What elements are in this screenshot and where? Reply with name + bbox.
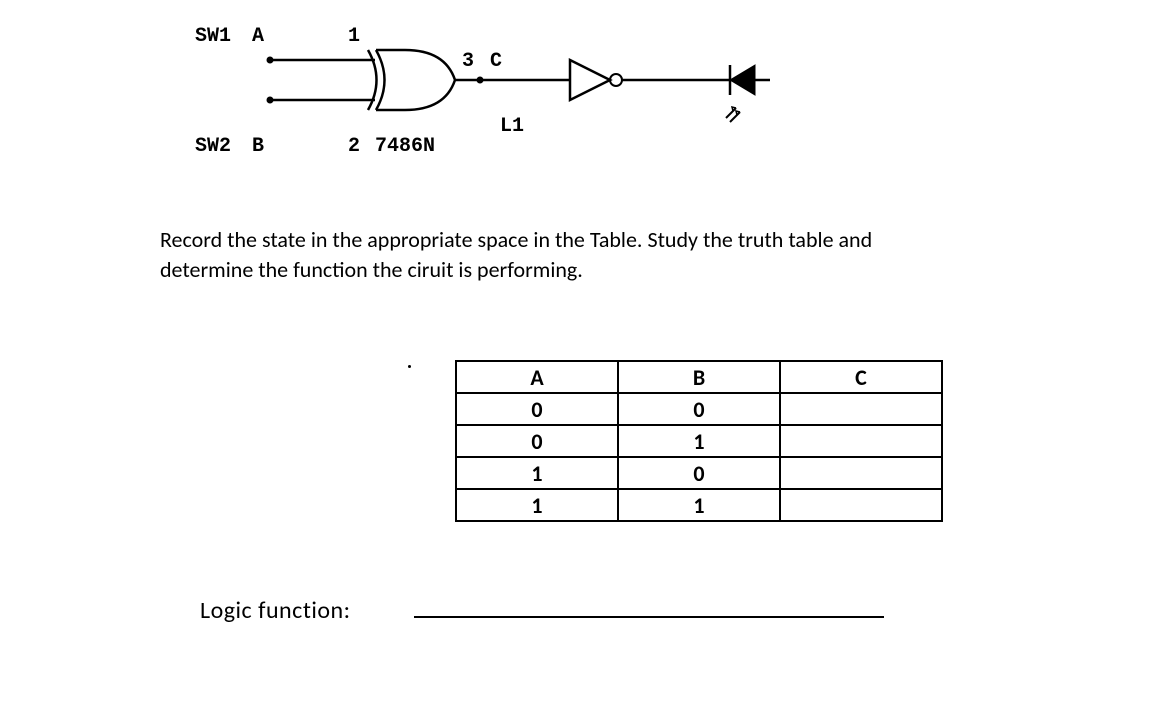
col-header-a: A xyxy=(456,361,618,393)
circuit-svg xyxy=(170,20,810,190)
page: SW1 A 1 SW2 B 2 7486N 3 C L1 Record the … xyxy=(0,0,1166,712)
cell-b: 0 xyxy=(618,393,780,425)
label-l1: L1 xyxy=(500,115,524,138)
cell-b: 1 xyxy=(618,425,780,457)
cell-a: 1 xyxy=(456,489,618,521)
instruction-text: Record the state in the appropriate spac… xyxy=(160,225,940,284)
label-sw2: SW2 xyxy=(195,135,231,158)
cell-a: 0 xyxy=(456,393,618,425)
col-header-c: C xyxy=(780,361,942,393)
cell-c[interactable] xyxy=(780,425,942,457)
truth-table: A B C 0 0 0 1 1 0 1 1 xyxy=(455,360,943,522)
label-pin3: 3 xyxy=(462,50,474,73)
cell-c[interactable] xyxy=(780,393,942,425)
table-header-row: A B C xyxy=(456,361,942,393)
cell-b: 0 xyxy=(618,457,780,489)
label-chip: 7486N xyxy=(375,135,435,158)
label-input-b: B xyxy=(252,135,264,158)
logic-function-blank[interactable] xyxy=(414,602,884,618)
table-row: 1 0 xyxy=(456,457,942,489)
cell-c[interactable] xyxy=(780,489,942,521)
label-input-a: A xyxy=(252,25,264,48)
logic-function-row: Logic function: xyxy=(200,596,960,625)
table-row: 0 0 xyxy=(456,393,942,425)
table-row: 1 1 xyxy=(456,489,942,521)
cell-c[interactable] xyxy=(780,457,942,489)
circuit-diagram: SW1 A 1 SW2 B 2 7486N 3 C L1 xyxy=(170,20,810,190)
label-output-c: C xyxy=(490,50,502,73)
table-row: 0 1 xyxy=(456,425,942,457)
label-sw1: SW1 xyxy=(195,25,231,48)
noise-dot xyxy=(408,365,411,368)
cell-a: 0 xyxy=(456,425,618,457)
label-pin1: 1 xyxy=(348,25,360,48)
cell-a: 1 xyxy=(456,457,618,489)
col-header-b: B xyxy=(618,361,780,393)
logic-function-label: Logic function: xyxy=(200,596,351,625)
cell-b: 1 xyxy=(618,489,780,521)
label-pin2: 2 xyxy=(348,135,360,158)
